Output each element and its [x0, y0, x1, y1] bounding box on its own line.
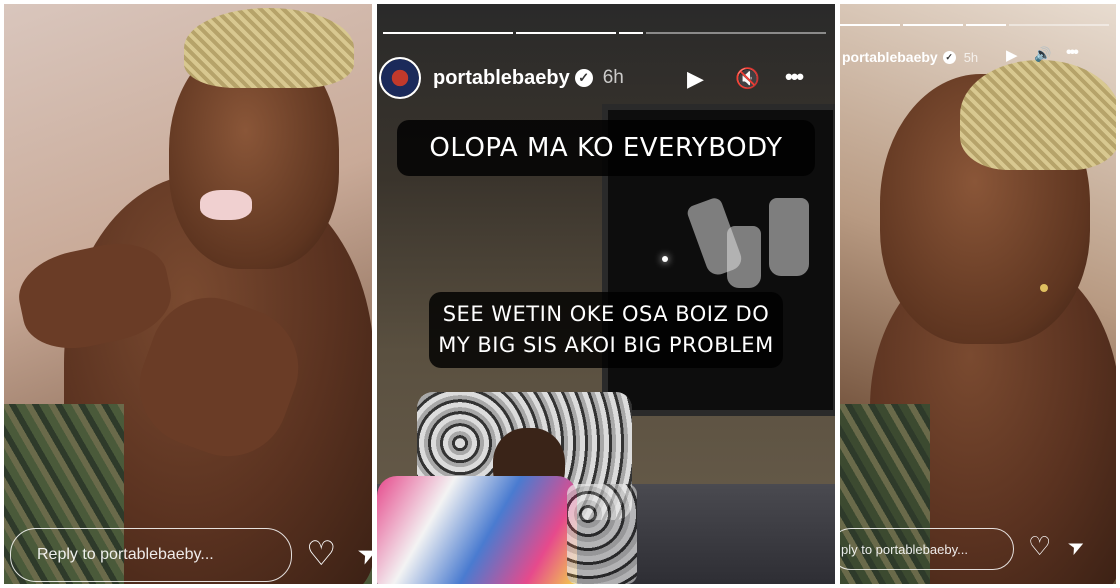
story-photo-right: portablebaeby ✓ 5h ▶ 🔊 ••• ply to portab… — [840, 4, 1116, 584]
mute-icon[interactable]: 🔇 — [735, 66, 760, 91]
blanket — [377, 476, 577, 584]
progress-segment — [966, 24, 1006, 26]
heart-icon[interactable]: ♡ — [306, 534, 336, 574]
reply-placeholder: ply to portablebaeby... — [841, 541, 968, 557]
play-icon[interactable]: ▶ — [687, 66, 704, 92]
caption-bottom-line-2: MY BIG SIS AKOI BIG PROBLEM — [438, 333, 774, 357]
timestamp: 5h — [963, 49, 979, 65]
progress-segment — [903, 24, 963, 26]
open-mouth — [200, 190, 252, 220]
person-hair — [960, 60, 1116, 170]
reply-placeholder: Reply to portablebaeby... — [37, 546, 214, 563]
caption-bottom-line-1: SEE WETIN OKE OSA BOIZ DO — [442, 302, 770, 326]
progress-segment — [840, 24, 900, 26]
story-photo-center: portablebaeby ✓ 6h ▶ 🔇 ••• OLOPA MA KO E… — [377, 4, 835, 584]
story-header: portablebaeby ✓ 5h — [842, 44, 978, 70]
progress-segment — [516, 32, 616, 34]
username[interactable]: portablebaeby — [842, 49, 938, 65]
avatar[interactable] — [379, 57, 421, 99]
more-icon[interactable]: ••• — [785, 64, 804, 90]
username[interactable]: portablebaeby — [433, 67, 570, 90]
volume-icon[interactable]: 🔊 — [1034, 46, 1051, 63]
story-header: portablebaeby ✓ 6h — [379, 56, 624, 100]
reply-input[interactable]: ply to portablebaeby... — [840, 528, 1014, 570]
caption-bottom: SEE WETIN OKE OSA BOIZ DO MY BIG SIS AKO… — [429, 292, 783, 368]
progress-segment — [646, 32, 826, 34]
progress-segment — [383, 32, 513, 34]
progress-segment — [619, 32, 643, 34]
reply-input[interactable]: Reply to portablebaeby... — [10, 528, 292, 582]
caption-top: OLOPA MA KO EVERYBODY — [397, 120, 815, 176]
verified-badge-icon: ✓ — [574, 69, 593, 87]
play-icon[interactable]: ▶ — [1006, 46, 1018, 64]
story-progress — [840, 24, 1110, 26]
bed — [567, 484, 637, 584]
drip-bottle — [769, 198, 809, 276]
story-progress — [383, 32, 829, 34]
caption-top-text: OLOPA MA KO EVERYBODY — [429, 133, 783, 163]
earring — [1040, 284, 1048, 292]
drip-bottle — [727, 226, 761, 288]
window-light — [662, 256, 668, 262]
person-hair — [184, 8, 354, 88]
story-photo-left: Reply to portablebaeby... ♡ ➤ — [4, 4, 372, 584]
verified-badge-icon: ✓ — [942, 50, 956, 64]
timestamp: 6h — [602, 67, 624, 88]
heart-icon[interactable]: ♡ — [1028, 530, 1051, 562]
progress-segment — [1009, 24, 1109, 26]
more-icon[interactable]: ••• — [1066, 44, 1079, 62]
